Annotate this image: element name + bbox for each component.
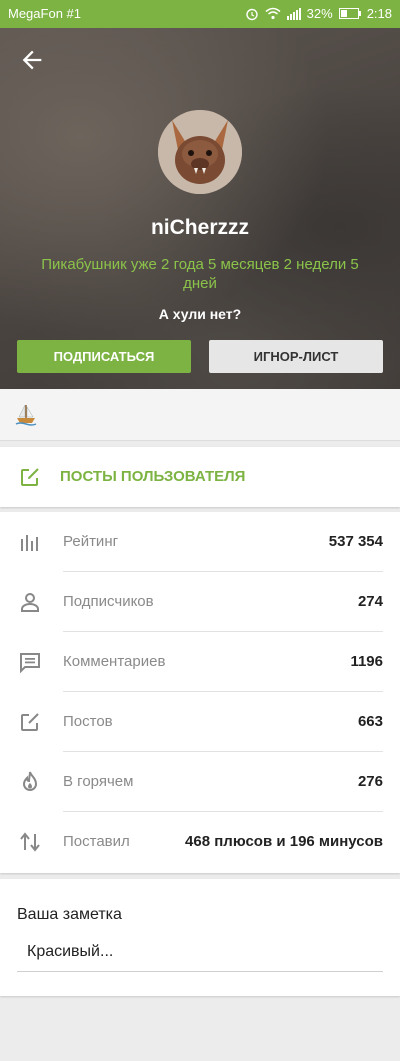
battery-percent: 32%: [306, 6, 333, 21]
bar-chart-icon: [21, 535, 38, 551]
stat-row-posts[interactable]: Постов 663: [0, 692, 400, 752]
user-posts-label: ПОСТЫ ПОЛЬЗОВАТЕЛЯ: [60, 468, 246, 485]
user-posts-link[interactable]: ПОСТЫ ПОЛЬЗОВАТЕЛЯ: [0, 447, 400, 507]
stat-name: Поставил: [63, 833, 130, 850]
awards-strip: [0, 389, 400, 441]
arrow-left-icon[interactable]: [18, 46, 46, 74]
comment-icon: [20, 653, 40, 674]
swap-vertical-icon: [20, 832, 40, 852]
edit-icon: [21, 713, 39, 731]
stat-value: 663: [357, 713, 383, 730]
bat-avatar-image: [158, 110, 242, 194]
stat-name: Постов: [63, 713, 113, 730]
subscribe-button[interactable]: ПОДПИСАТЬСЯ: [17, 340, 191, 373]
avatar[interactable]: [158, 110, 242, 194]
stat-value: 1196: [350, 653, 383, 670]
ship-award-icon[interactable]: [14, 403, 38, 427]
flame-icon: [22, 771, 38, 791]
stat-value: 276: [357, 773, 383, 790]
user-motto: А хули нет?: [158, 306, 242, 322]
tenure-text: Пикабушник уже 2 года 5 месяцев 2 недели…: [41, 256, 359, 292]
stat-row-rating[interactable]: Рейтинг 537 354: [0, 512, 400, 572]
stat-row-comments[interactable]: Комментариев 1196: [0, 632, 400, 692]
signal-icon: [286, 7, 301, 20]
wifi-icon: [265, 7, 281, 20]
stat-name: Подписчиков: [63, 593, 154, 610]
person-icon: [21, 593, 39, 612]
stat-row-hot[interactable]: В горячем 276: [0, 752, 400, 812]
note-card: Ваша заметка: [0, 879, 400, 996]
stat-row-votes[interactable]: Поставил 468 плюсов и 196 минусов: [0, 812, 400, 872]
stats-card: Рейтинг 537 354 Подписчиков 274 Коммента…: [0, 512, 400, 873]
stat-value: 274: [357, 593, 383, 610]
stat-name: В горячем: [63, 773, 134, 790]
stat-row-subscribers[interactable]: Подписчиков 274: [0, 572, 400, 632]
profile-header: niCherzzz Пикабушник уже 2 года 5 месяце…: [0, 28, 400, 389]
status-icons: 32% 2:18: [245, 6, 392, 21]
note-title: Ваша заметка: [17, 906, 122, 923]
stat-name: Рейтинг: [63, 533, 119, 550]
note-input[interactable]: [17, 932, 383, 972]
carrier-name: MegaFon #1: [8, 6, 81, 21]
status-bar: MegaFon #1 32% 2:18: [0, 0, 400, 28]
username: niCherzzz: [150, 216, 249, 239]
stat-value: 468 плюсов и 196 минусов: [185, 833, 383, 850]
stat-value: 537 354: [328, 533, 383, 550]
stat-name: Комментариев: [63, 653, 166, 670]
battery-icon: [338, 8, 361, 19]
clock: 2:18: [366, 6, 392, 21]
alarm-icon: [245, 8, 258, 20]
edit-icon: [21, 468, 39, 486]
ignore-list-button[interactable]: ИГНОР-ЛИСТ: [209, 340, 383, 373]
